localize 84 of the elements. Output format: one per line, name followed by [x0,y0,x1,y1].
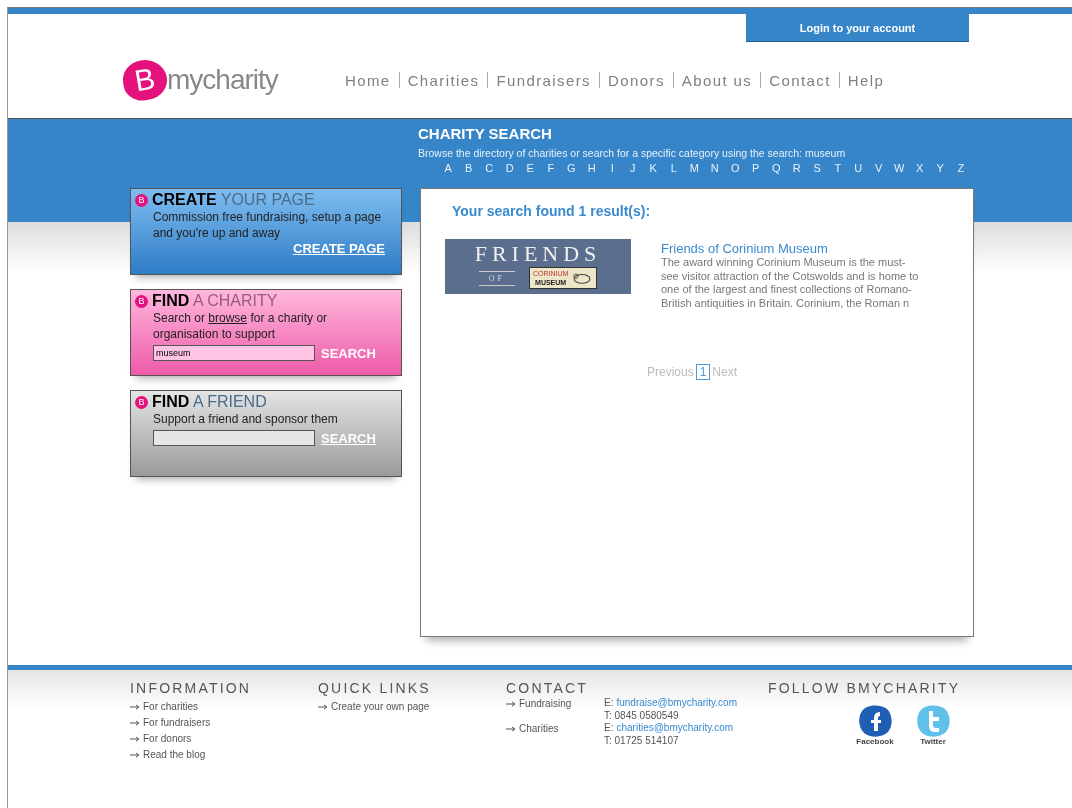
panel-title: CREATE YOUR PAGE [152,191,315,209]
footer-link[interactable]: For fundraisers [143,715,211,731]
footer-link[interactable]: Read the blog [143,747,206,763]
letter-link[interactable]: E [520,162,541,174]
panel-title: FIND A FRIEND [152,393,267,411]
letter-link[interactable]: I [602,162,623,174]
section-title: CHARITY SEARCH [418,125,553,142]
footer-heading: QUICK LINKS [318,680,432,696]
arrow-icon [130,720,140,726]
footer-link[interactable]: Create your own page [331,699,430,715]
facebook-icon[interactable] [856,703,894,737]
create-page-link[interactable]: CREATE PAGE [293,241,385,256]
phone-number: T: 01725 514107 [604,734,679,747]
email-label: E: [604,721,614,734]
search-field[interactable]: museum [153,345,315,361]
phone-number: T: 0845 0580549 [604,709,679,722]
social-label[interactable]: Twitter [920,737,946,746]
letter-link[interactable]: J [622,162,643,174]
letter-link[interactable]: F [540,162,561,174]
letter-link[interactable]: C [479,162,500,174]
letter-link[interactable]: N [704,162,725,174]
letter-link[interactable]: Q [766,162,787,174]
footer-link[interactable]: For donors [143,731,192,747]
letter-link[interactable]: V [868,162,889,174]
arrow-icon [506,726,516,732]
nav-link[interactable]: Charities [407,71,480,89]
nav-link[interactable]: About us [681,71,753,89]
letter-link[interactable]: Z [950,162,971,174]
email-label: E: [604,696,614,709]
letter-link[interactable]: H [581,162,602,174]
login-button[interactable]: Login to your account [746,14,969,42]
search-field[interactable] [153,430,315,446]
letter-link[interactable]: W [889,162,910,174]
email-link[interactable]: charities@bmycharity.com [616,721,734,734]
letter-link[interactable]: X [909,162,930,174]
letter-link[interactable]: G [561,162,582,174]
next-link[interactable]: Next [712,365,738,379]
arrow-icon [130,752,140,758]
nav-link[interactable]: Contact [769,71,831,89]
arrow-icon [130,704,140,710]
letter-link[interactable]: U [848,162,869,174]
nav-link[interactable]: Donors [608,71,665,89]
letter-link[interactable]: M [684,162,705,174]
browse-link[interactable]: browse [208,311,248,325]
footer-heading: FOLLOW BMYCHARITY [768,680,961,696]
letter-link[interactable]: L [663,162,684,174]
panel-title: FIND A CHARITY [152,292,278,310]
search-link[interactable]: SEARCH [321,345,376,361]
search-link[interactable]: SEARCH [321,430,376,446]
letter-link[interactable]: D [499,162,520,174]
footer-heading: CONTACT [506,680,590,696]
arrow-icon [130,736,140,742]
results-summary: Your search found 1 result(s): [452,203,652,219]
letter-link[interactable]: P [745,162,766,174]
result-title-link[interactable]: Friends of Corinium Museum [661,241,923,256]
letter-link[interactable]: O [725,162,746,174]
social-label[interactable]: Facebook [856,737,894,746]
logo-badge: B [135,294,148,308]
letter-link[interactable]: S [807,162,828,174]
nav-link[interactable]: Fundraisers [496,71,592,89]
nav-link[interactable]: Home [345,71,391,89]
letter-link[interactable]: R [786,162,807,174]
logo-badge: B [135,193,148,207]
letter-link[interactable]: B [458,162,479,174]
arrow-icon [506,701,516,707]
email-link[interactable]: fundraise@bmycharity.com [616,696,737,709]
letter-link[interactable]: A [438,162,459,174]
arrow-icon [318,704,328,710]
result-description: The award winning Corinium Museum is the must-see visitor attraction of the Cotswolds and is home to one of the largest and finest collections of Romano-British antiquities in Britain. Corinium, the Roman n [661,256,920,310]
page-number[interactable]: 1 [695,364,711,380]
panel-description: Commission free fundraising, setup a page and you're up and away [152,209,383,241]
letter-link[interactable]: K [643,162,664,174]
footer-link[interactable]: For charities [143,699,198,715]
letter-link[interactable]: T [827,162,848,174]
section-description: Browse the directory of charities or search for a specific category using the search: museum [418,147,847,159]
contact-label: Charities [519,722,559,736]
panel-description: Search or browse for a charity or organisation to support [152,310,329,342]
panel-description: Support a friend and sponsor them [152,411,339,427]
nav-link[interactable]: Help [847,71,885,89]
letter-link[interactable]: Y [930,162,951,174]
previous-link[interactable]: Previous [646,365,694,379]
contact-label: Fundraising [519,697,572,711]
footer-heading: INFORMATION [130,680,253,696]
logo-badge: B [135,395,148,409]
